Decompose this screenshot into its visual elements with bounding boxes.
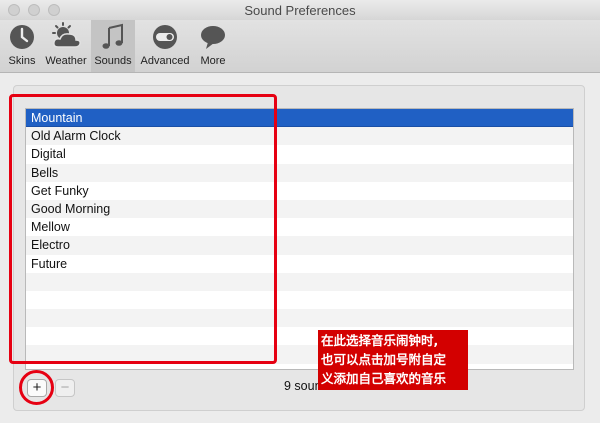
- tab-more-label: More: [200, 55, 226, 67]
- annotation-line: 在此选择音乐闹钟时,: [321, 333, 439, 348]
- window-title: Sound Preferences: [244, 3, 356, 18]
- music-note-icon: [98, 22, 128, 55]
- toggle-icon: [150, 22, 180, 55]
- remove-sound-button[interactable]: −: [55, 379, 75, 397]
- tab-advanced[interactable]: Advanced: [137, 20, 193, 72]
- annotation-note: 在此选择音乐闹钟时, 也可以点击加号附自定 义添加自己喜欢的音乐: [318, 330, 468, 390]
- tab-more[interactable]: More: [196, 20, 230, 72]
- tab-advanced-label: Advanced: [140, 55, 190, 67]
- title-bar: Sound Preferences: [0, 0, 600, 20]
- weather-icon: [49, 22, 83, 55]
- annotation-line: 义添加自己喜欢的音乐: [321, 371, 447, 386]
- highlight-box: [9, 94, 277, 364]
- tab-weather[interactable]: Weather: [43, 20, 89, 72]
- preferences-toolbar: Skins Weather Sounds Advanced More: [0, 20, 600, 73]
- tab-skins-label: Skins: [8, 55, 36, 67]
- highlight-circle: [19, 370, 54, 405]
- preferences-window: Sound Preferences Skins Weather Sounds A…: [0, 0, 600, 423]
- tab-sounds-label: Sounds: [94, 55, 132, 67]
- tab-skins[interactable]: Skins: [2, 20, 42, 72]
- annotation-line: 也可以点击加号附自定: [321, 352, 447, 367]
- clock-icon: [7, 22, 37, 55]
- tab-sounds[interactable]: Sounds: [91, 20, 135, 72]
- speech-bubble-icon: [198, 22, 228, 55]
- tab-weather-label: Weather: [45, 55, 87, 67]
